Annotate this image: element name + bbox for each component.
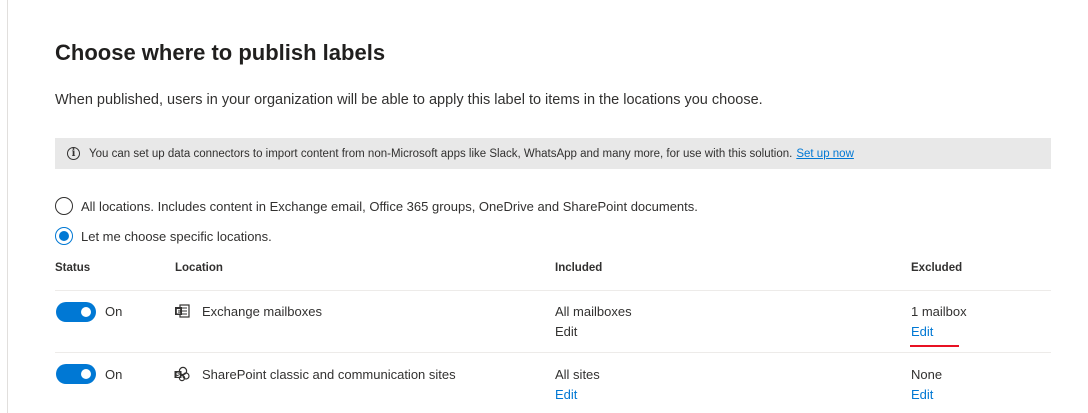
page-title: Choose where to publish labels bbox=[55, 40, 386, 65]
sharepoint-status: On bbox=[105, 367, 123, 382]
panel-left-border bbox=[7, 0, 8, 413]
exchange-status: On bbox=[105, 304, 123, 319]
header-location: Location bbox=[175, 262, 223, 274]
svg-text:E: E bbox=[176, 308, 180, 316]
exchange-excluded-edit[interactable]: Edit bbox=[911, 324, 933, 339]
info-icon: i bbox=[67, 147, 80, 160]
sharepoint-included-edit[interactable]: Edit bbox=[555, 387, 577, 402]
radio-specific-locations[interactable]: Let me choose specific locations. bbox=[55, 227, 272, 245]
sharepoint-included-value: All sites bbox=[555, 367, 600, 382]
exchange-excluded-value: 1 mailbox bbox=[911, 304, 967, 319]
info-bar-text: You can set up data connectors to import… bbox=[89, 147, 793, 160]
set-up-now-link[interactable]: Set up now bbox=[796, 148, 854, 160]
radio-button-checked[interactable] bbox=[55, 227, 73, 245]
header-divider bbox=[55, 290, 1051, 291]
radio-all-locations-label: All locations. Includes content in Excha… bbox=[81, 198, 698, 214]
annotation-underline bbox=[910, 345, 959, 347]
header-excluded: Excluded bbox=[911, 262, 963, 274]
row-divider bbox=[55, 352, 1051, 353]
sharepoint-toggle[interactable] bbox=[56, 364, 96, 384]
sharepoint-excluded-edit[interactable]: Edit bbox=[911, 387, 933, 402]
svg-text:S: S bbox=[176, 372, 180, 379]
exchange-toggle[interactable] bbox=[56, 302, 96, 322]
page-description: When published, users in your organizati… bbox=[55, 92, 763, 108]
header-status: Status bbox=[55, 262, 91, 274]
exchange-included-edit[interactable]: Edit bbox=[555, 324, 577, 339]
radio-all-locations[interactable]: All locations. Includes content in Excha… bbox=[55, 197, 698, 215]
header-included: Included bbox=[555, 262, 603, 274]
sharepoint-location-name: SharePoint classic and communication sit… bbox=[202, 367, 456, 382]
info-bar: i You can set up data connectors to impo… bbox=[55, 138, 1051, 169]
exchange-location-name: Exchange mailboxes bbox=[202, 304, 322, 319]
sharepoint-icon: S bbox=[174, 366, 190, 382]
radio-specific-locations-label: Let me choose specific locations. bbox=[81, 228, 272, 244]
exchange-included-value: All mailboxes bbox=[555, 304, 632, 319]
sharepoint-excluded-value: None bbox=[911, 367, 943, 382]
radio-button-unchecked[interactable] bbox=[55, 197, 73, 215]
exchange-icon: E bbox=[175, 304, 190, 318]
